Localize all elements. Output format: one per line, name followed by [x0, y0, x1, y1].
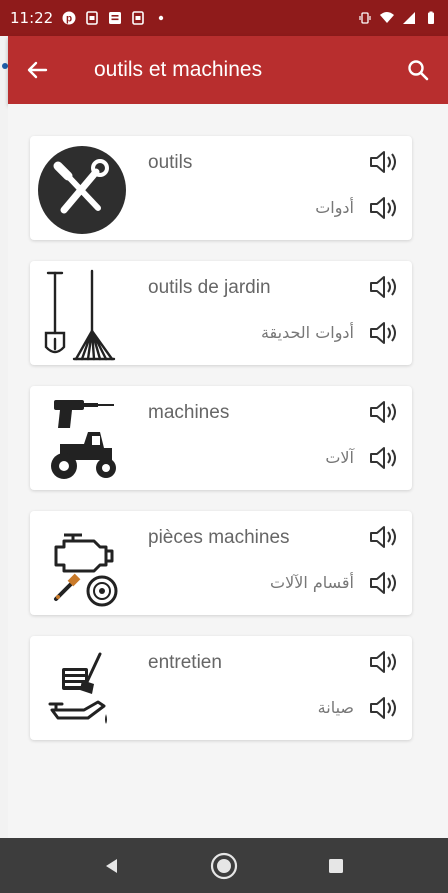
back-button[interactable]: [8, 36, 66, 104]
signal-icon: [403, 12, 415, 24]
arabic-label: صيانة: [317, 698, 354, 717]
machine-parts-icon: [54, 533, 118, 607]
category-list: outils أدوات outils de jardin أدوات الحد…: [8, 104, 448, 838]
french-label: pièces machines: [148, 527, 290, 548]
page-title: outils et machines: [94, 58, 263, 81]
app-bar: outils et machines: [8, 36, 448, 104]
arrow-left-icon: [27, 61, 48, 79]
message-icon: [109, 12, 122, 24]
status-time: 11:22: [10, 9, 54, 27]
search-button[interactable]: [388, 36, 448, 104]
garden-tools-icon: [44, 269, 116, 361]
navigation-bar: [0, 838, 448, 893]
speaker-icon[interactable]: [368, 444, 398, 472]
tools-icon: [38, 146, 126, 234]
arabic-label: أدوات الحديقة: [260, 323, 354, 342]
wifi-icon: [380, 12, 394, 23]
status-bar: 11:22 p: [0, 0, 448, 36]
nav-recents-icon: [329, 858, 343, 873]
search-icon: [408, 60, 429, 81]
nav-home-icon: [210, 852, 238, 879]
speaker-icon[interactable]: [368, 273, 398, 301]
speaker-icon[interactable]: [368, 523, 398, 551]
list-item[interactable]: machines آلات: [30, 386, 412, 490]
dot-icon: [159, 15, 164, 21]
list-item[interactable]: outils de jardin أدوات الحديقة: [30, 261, 412, 365]
list-item[interactable]: entretien صيانة: [30, 636, 412, 740]
speaker-icon[interactable]: [368, 398, 398, 426]
arabic-label: آلات: [325, 448, 354, 467]
notification-icon: [132, 11, 145, 25]
french-label: outils: [148, 152, 193, 173]
list-item[interactable]: pièces machines أقسام الآلات: [30, 511, 412, 615]
list-item[interactable]: outils أدوات: [30, 136, 412, 240]
machines-icon: [51, 400, 116, 479]
arabic-label: أقسام الآلات: [270, 573, 354, 592]
battery-icon: [428, 11, 434, 24]
speaker-icon[interactable]: [368, 569, 398, 597]
speaker-icon[interactable]: [368, 319, 398, 347]
svg-text:p: p: [66, 14, 72, 25]
nav-back-button[interactable]: [56, 838, 168, 893]
speaker-icon[interactable]: [368, 194, 398, 222]
arabic-label: أدوات: [315, 198, 354, 217]
french-label: machines: [148, 402, 230, 423]
notification-icon: [86, 11, 99, 25]
edge-indicator-icon: [2, 63, 8, 69]
nav-recents-button[interactable]: [280, 838, 392, 893]
vibrate-icon: [359, 12, 371, 24]
nav-home-button[interactable]: [168, 838, 280, 893]
speaker-icon[interactable]: [368, 148, 398, 176]
speaker-icon[interactable]: [368, 694, 398, 722]
maintenance-icon: [48, 652, 107, 724]
nav-back-icon: [106, 858, 117, 873]
french-label: outils de jardin: [148, 277, 271, 298]
speaker-icon[interactable]: [368, 648, 398, 676]
french-label: entretien: [148, 652, 222, 673]
pinterest-icon: p: [62, 11, 76, 25]
